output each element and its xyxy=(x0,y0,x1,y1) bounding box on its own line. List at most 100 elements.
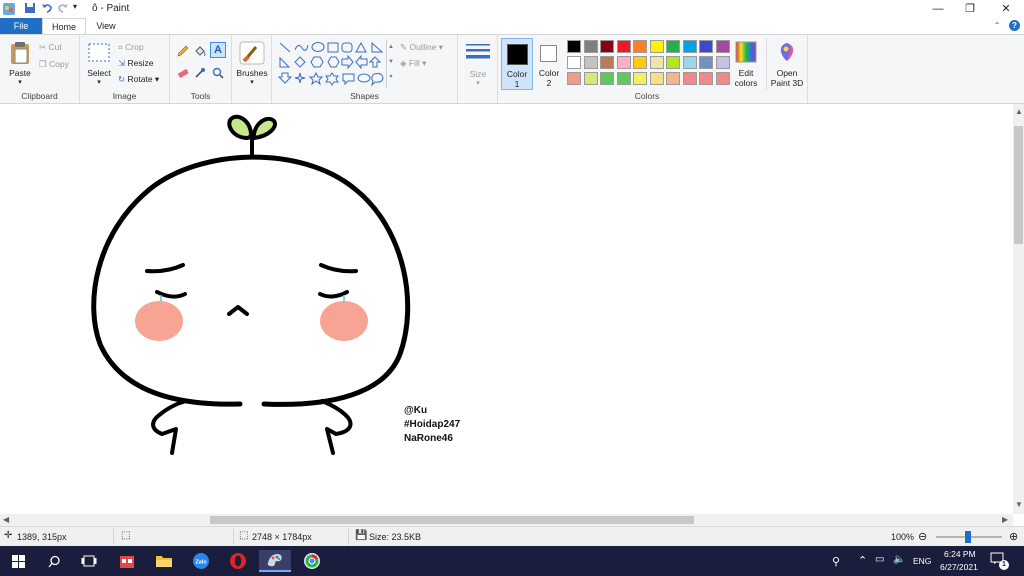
copy-button[interactable]: ❐ Copy xyxy=(39,59,69,70)
tab-view[interactable]: View xyxy=(88,18,124,34)
vertical-scroll-thumb[interactable] xyxy=(1014,126,1023,244)
scroll-up-icon[interactable]: ▲ xyxy=(1015,107,1023,116)
color-swatch[interactable] xyxy=(699,72,713,85)
crop-button[interactable]: ⌗ Crop xyxy=(118,42,144,53)
color-swatch[interactable] xyxy=(682,40,697,53)
color-swatch[interactable] xyxy=(715,72,730,85)
taskbar-chrome[interactable] xyxy=(298,550,326,572)
color1-label: Color xyxy=(506,69,528,79)
color2-button[interactable]: Color 2 xyxy=(535,38,563,90)
size-button[interactable]: Size ▾ xyxy=(462,39,494,91)
color-swatch[interactable] xyxy=(567,40,581,53)
folder-icon xyxy=(156,556,172,567)
color-swatch[interactable] xyxy=(649,72,664,85)
color-swatch[interactable] xyxy=(633,56,647,69)
language-indicator[interactable]: ENG xyxy=(913,556,931,566)
help-icon[interactable]: ? xyxy=(1009,20,1020,31)
zoom-slider-thumb[interactable] xyxy=(965,531,971,543)
color1-button[interactable]: Color 1 xyxy=(501,38,533,90)
show-hidden-icons[interactable]: ⌃ xyxy=(858,554,867,567)
resize-button[interactable]: ⇲ Resize xyxy=(118,58,153,69)
clock-time[interactable]: 6:24 PM xyxy=(944,549,976,559)
taskbar-file-explorer[interactable] xyxy=(150,550,178,572)
undo-icon[interactable] xyxy=(41,2,53,14)
brushes-button[interactable]: Brushes ▾ xyxy=(234,39,270,91)
fill-bucket-icon[interactable] xyxy=(193,44,207,58)
color-swatch[interactable] xyxy=(666,72,680,85)
vertical-scrollbar[interactable]: ▲ ▼ xyxy=(1013,104,1024,514)
color-swatch[interactable] xyxy=(616,56,631,69)
save-icon[interactable] xyxy=(24,2,36,14)
magnifier-icon[interactable] xyxy=(211,66,225,80)
scroll-left-icon[interactable]: ◀ xyxy=(3,515,9,524)
color-swatch[interactable] xyxy=(682,56,697,69)
color-picker-icon[interactable] xyxy=(193,66,207,80)
action-center-button[interactable]: 1 xyxy=(990,552,1009,570)
fill-button[interactable]: ◈ Fill ▾ xyxy=(400,58,426,69)
cut-button[interactable]: ✂ Cut xyxy=(39,42,62,53)
color-swatch[interactable] xyxy=(715,40,730,53)
customize-quick-access-icon[interactable]: ▾ xyxy=(73,2,77,11)
zoom-in-icon[interactable]: ⊕ xyxy=(1009,530,1018,543)
taskbar-opera[interactable] xyxy=(224,550,252,572)
horizontal-scrollbar[interactable]: ◀ ▶ xyxy=(0,514,1013,526)
color-swatch[interactable] xyxy=(600,56,614,69)
color-spectrum-icon xyxy=(735,41,757,63)
edit-colors-button[interactable]: Edit colors xyxy=(731,38,761,90)
network-icon[interactable]: ▭ xyxy=(875,554,884,565)
scroll-down-icon[interactable]: ▼ xyxy=(1015,500,1023,509)
svg-text:Zalo: Zalo xyxy=(195,560,207,566)
close-button[interactable]: ✕ xyxy=(988,0,1024,18)
tab-file[interactable]: File xyxy=(0,18,42,34)
color-swatch[interactable] xyxy=(616,40,631,53)
color-swatch[interactable] xyxy=(567,72,581,85)
zoom-out-icon[interactable]: ⊖ xyxy=(918,530,927,543)
color-swatch[interactable] xyxy=(567,56,581,69)
collapse-ribbon-icon[interactable]: ⌃ xyxy=(994,21,1001,30)
volume-icon[interactable]: 🔈 xyxy=(893,554,905,565)
scroll-right-icon[interactable]: ▶ xyxy=(1002,515,1008,524)
color-swatch[interactable] xyxy=(666,56,680,69)
people-icon[interactable]: ⚲ xyxy=(832,555,840,568)
tab-home[interactable]: Home xyxy=(42,18,86,34)
color-swatch[interactable] xyxy=(616,72,631,85)
color-swatch[interactable] xyxy=(600,40,614,53)
horizontal-scroll-thumb[interactable] xyxy=(210,516,694,524)
taskbar-app-store[interactable] xyxy=(113,550,141,572)
rotate-button[interactable]: ↻ Rotate ▾ xyxy=(118,74,159,85)
task-view-button[interactable] xyxy=(75,550,103,572)
taskbar-paint[interactable] xyxy=(259,550,291,572)
search-button[interactable] xyxy=(40,550,68,572)
color-swatch[interactable] xyxy=(583,40,598,53)
text-tool-button[interactable]: A xyxy=(210,42,226,58)
shapes-gallery[interactable] xyxy=(278,40,390,88)
paint3d-icon xyxy=(780,43,794,61)
paste-button[interactable]: Paste ▾ xyxy=(6,39,34,89)
zoom-slider[interactable] xyxy=(936,531,1002,543)
color-swatch[interactable] xyxy=(649,56,664,69)
pencil-icon[interactable] xyxy=(176,44,190,58)
color-swatch[interactable] xyxy=(583,72,598,85)
color-swatch[interactable] xyxy=(600,72,614,85)
restore-button[interactable]: ❐ xyxy=(952,0,988,18)
color-swatch[interactable] xyxy=(699,40,713,53)
outline-button[interactable]: ✎ Outline ▾ xyxy=(400,42,443,53)
shapes-scroll[interactable]: ▲ ▼ ▾ xyxy=(386,40,395,88)
color-swatch[interactable] xyxy=(649,40,664,53)
eraser-icon[interactable] xyxy=(176,66,190,80)
color-swatch[interactable] xyxy=(715,56,730,69)
color-swatch[interactable] xyxy=(583,56,598,69)
minimize-button[interactable]: — xyxy=(920,0,956,18)
color-swatch[interactable] xyxy=(633,72,647,85)
drawing-canvas[interactable]: @Ku #Hoidap247 NaRone46 xyxy=(0,104,1013,514)
open-paint3d-button[interactable]: Open Paint 3D xyxy=(766,38,806,90)
redo-icon[interactable] xyxy=(57,2,69,14)
color-swatch[interactable] xyxy=(699,56,713,69)
color-swatch[interactable] xyxy=(682,72,697,85)
start-button[interactable] xyxy=(4,550,32,572)
taskbar-zalo[interactable]: Zalo xyxy=(187,550,215,572)
color-swatch[interactable] xyxy=(633,40,647,53)
color-swatch[interactable] xyxy=(666,40,680,53)
clock-date[interactable]: 6/27/2021 xyxy=(940,562,978,572)
select-button[interactable]: Select ▾ xyxy=(84,39,114,89)
